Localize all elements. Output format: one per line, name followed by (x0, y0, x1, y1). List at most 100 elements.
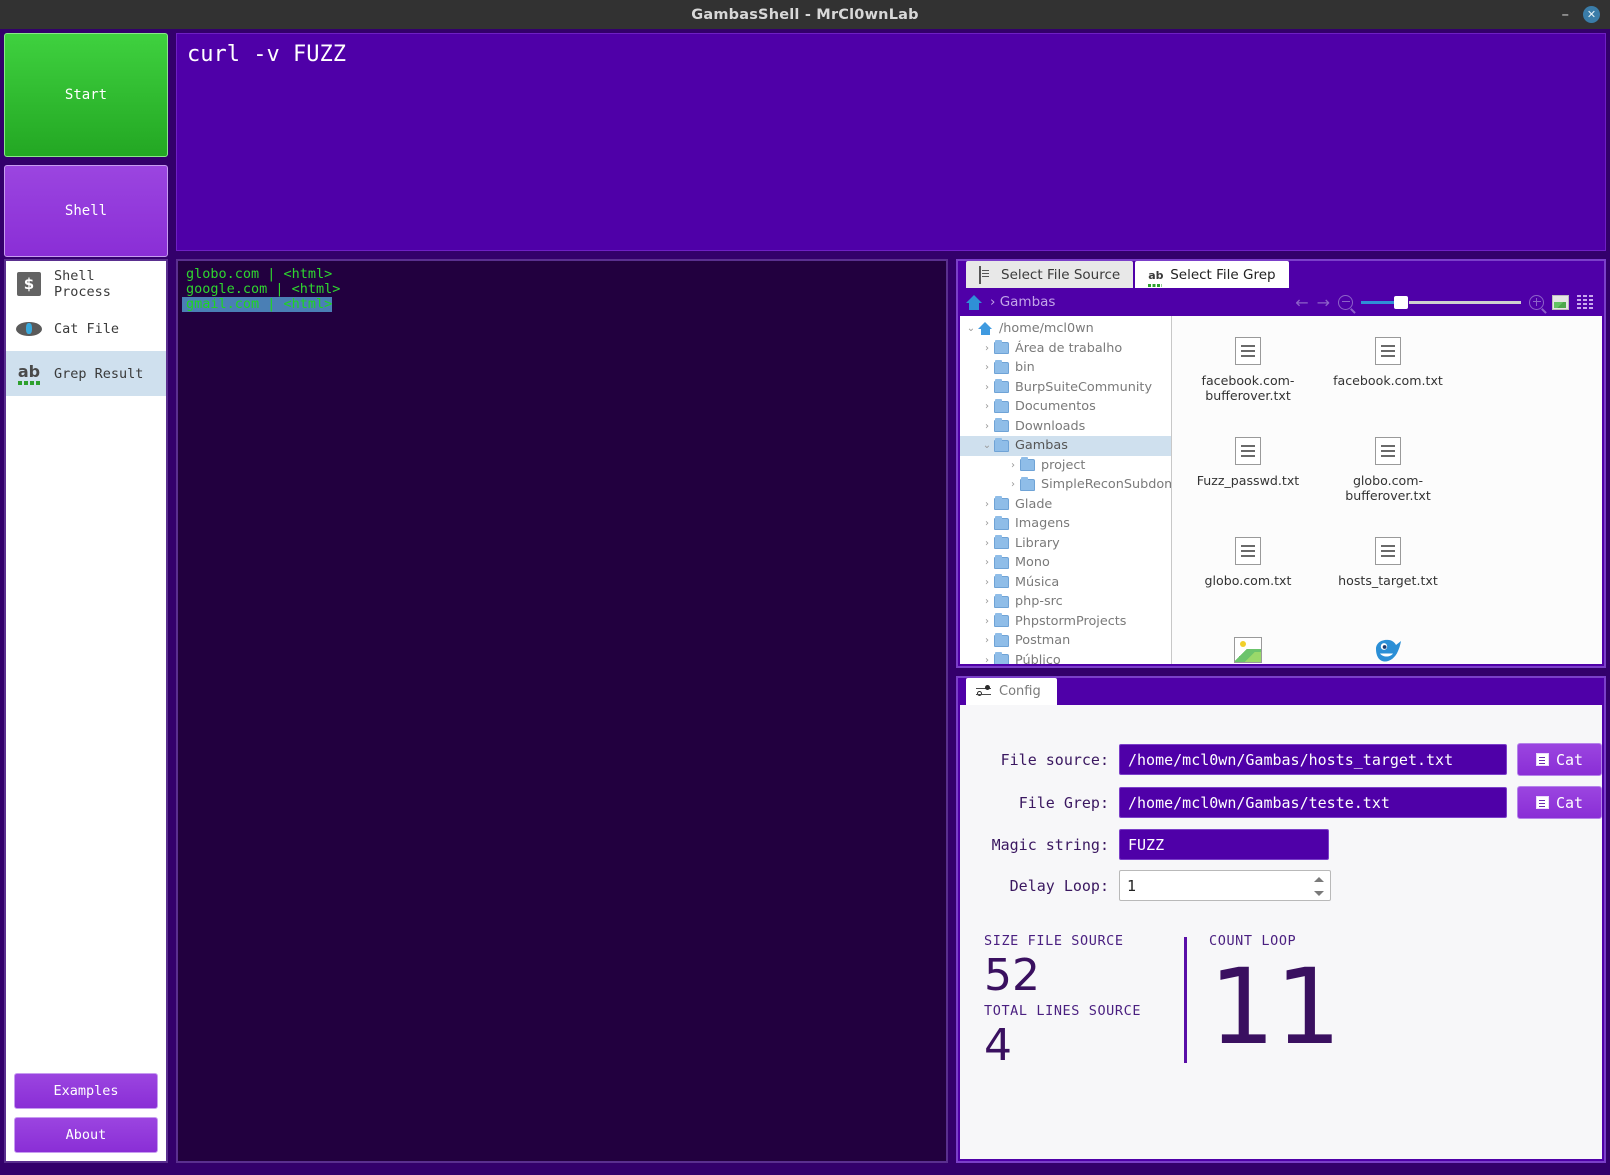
folder-icon (994, 535, 1009, 550)
tree-item[interactable]: › PhpstormProjects (960, 612, 1171, 632)
file-grep-input[interactable]: /home/mcl0wn/Gambas/teste.txt (1119, 787, 1507, 818)
file-item[interactable]: globo.com-bufferover.txt (1318, 428, 1458, 528)
file-item[interactable]: facebook.com-bufferover.txt (1178, 328, 1318, 428)
folder-icon (1020, 476, 1035, 491)
size-file-source-value: 52 (984, 950, 1040, 1001)
twisty-icon[interactable]: ⌄ (964, 323, 978, 334)
twisty-icon[interactable]: › (980, 421, 994, 432)
home-icon[interactable] (966, 294, 982, 310)
minimize-button[interactable]: – (1562, 7, 1570, 22)
tree-item-label: bin (1015, 360, 1035, 376)
icon-view-button[interactable] (1552, 294, 1569, 310)
shell-button[interactable]: Shell (4, 165, 168, 257)
tab-select-file-grep[interactable]: ab Select File Grep (1135, 261, 1289, 288)
sidebar-item-cat-file[interactable]: Cat File (6, 306, 166, 351)
config-body: File source: /home/mcl0wn/Gambas/hosts_t… (960, 705, 1602, 1159)
stepper-up-icon[interactable] (1314, 877, 1324, 883)
cat-file-source-button[interactable]: Cat (1517, 743, 1602, 776)
twisty-icon[interactable]: › (980, 596, 994, 607)
tab-select-file-source[interactable]: Select File Source (966, 261, 1134, 288)
file-item[interactable]: globo.com.txt (1178, 528, 1318, 628)
tree-item[interactable]: › Glade (960, 495, 1171, 515)
twisty-icon[interactable]: › (980, 577, 994, 588)
twisty-icon[interactable]: › (980, 382, 994, 393)
stepper-down-icon[interactable] (1314, 890, 1324, 896)
close-button[interactable]: ✕ (1583, 6, 1600, 23)
tree-item[interactable]: › Imagens (960, 514, 1171, 534)
file-item[interactable]: hosts_target.txt (1318, 528, 1458, 628)
cat-file-grep-button[interactable]: Cat (1517, 786, 1602, 819)
back-arrow-icon[interactable]: ← (1295, 293, 1308, 312)
magic-string-input[interactable]: FUZZ (1119, 829, 1329, 860)
tree-item-label: Documentos (1015, 399, 1096, 415)
output-line: globo.com | <html> (186, 266, 333, 282)
sidebar-bottom-buttons: Examples About (6, 1067, 166, 1161)
file-item[interactable]: facebook.com.txt (1318, 328, 1458, 428)
twisty-icon[interactable]: › (980, 538, 994, 549)
tree-item-label: Imagens (1015, 516, 1070, 532)
folder-icon (994, 398, 1009, 413)
tree-item[interactable]: › SimpleReconSubdomain (960, 475, 1171, 495)
tree-item[interactable]: › project (960, 456, 1171, 476)
config-panel: Config File source: /home/mcl0wn/Gambas/… (956, 676, 1606, 1163)
twisty-icon[interactable]: › (980, 401, 994, 412)
tree-item[interactable]: › php-src (960, 592, 1171, 612)
command-input[interactable]: curl -v FUZZ (176, 33, 1606, 251)
tab-config[interactable]: Config (966, 678, 1057, 705)
tree-item[interactable]: › Mono (960, 553, 1171, 573)
tree-item[interactable]: › bin (960, 358, 1171, 378)
twisty-icon[interactable]: › (980, 557, 994, 568)
grep-result-output[interactable]: globo.com | <html> google.com | <html> g… (176, 259, 948, 1163)
sidebar-item-label: Grep Result (54, 365, 144, 382)
breadcrumb[interactable]: › Gambas (990, 294, 1055, 310)
twisty-icon[interactable]: › (1006, 479, 1020, 490)
tree-item-gambas[interactable]: ⌄ Gambas (960, 436, 1171, 456)
text-file-icon (1235, 437, 1261, 465)
zoom-in-icon[interactable] (1529, 294, 1544, 310)
magic-string-label: Magic string: (991, 835, 1109, 854)
tree-item[interactable]: › Downloads (960, 417, 1171, 437)
sidebar-item-shell-process[interactable]: $ Shell Process (6, 261, 166, 306)
examples-button[interactable]: Examples (14, 1073, 158, 1109)
folder-tree[interactable]: ⌄ /home/mcl0wn › Área de trabalho › bin … (960, 316, 1172, 664)
sidebar-item-grep-result[interactable]: ab Grep Result (6, 351, 166, 396)
tree-item[interactable]: › BurpSuiteCommunity (960, 378, 1171, 398)
twisty-icon[interactable]: › (980, 518, 994, 529)
file-item[interactable]: Fuzz_passwd.txt (1178, 428, 1318, 528)
folder-icon (994, 613, 1009, 628)
source-stats: SIZE FILE SOURCE 52 TOTAL LINES SOURCE 4 (984, 933, 1184, 1073)
text-file-icon (1375, 337, 1401, 365)
app-window: Start Shell Stop Clear All curl -v FUZZ … (0, 29, 1610, 1175)
start-button[interactable]: Start (4, 33, 168, 157)
forward-arrow-icon[interactable]: → (1317, 293, 1330, 312)
file-item[interactable]: logo.png (1178, 628, 1318, 664)
tree-item[interactable]: › Postman (960, 631, 1171, 651)
twisty-icon[interactable]: ⌄ (980, 440, 994, 451)
tree-item[interactable]: › Público (960, 651, 1171, 664)
tree-item[interactable]: › Documentos (960, 397, 1171, 417)
twisty-icon[interactable]: › (980, 499, 994, 510)
zoom-out-icon[interactable] (1338, 294, 1353, 310)
file-source-input[interactable]: /home/mcl0wn/Gambas/hosts_target.txt (1119, 744, 1507, 775)
folder-icon (994, 574, 1009, 589)
tree-item-home[interactable]: ⌄ /home/mcl0wn (960, 319, 1171, 339)
sidebar-item-label: Cat File (54, 320, 120, 337)
tree-item[interactable]: › Área de trabalho (960, 339, 1171, 359)
twisty-icon[interactable]: › (980, 655, 994, 664)
delay-loop-stepper[interactable]: 1 (1119, 870, 1331, 901)
twisty-icon[interactable]: › (980, 343, 994, 354)
twisty-icon[interactable]: › (980, 616, 994, 627)
ab-spellcheck-icon: ab (1148, 267, 1163, 282)
tree-item[interactable]: › Música (960, 573, 1171, 593)
control-button-column: Start Shell Stop Clear All (4, 33, 168, 283)
tree-item[interactable]: › Library (960, 534, 1171, 554)
about-button[interactable]: About (14, 1117, 158, 1153)
stepper-arrows[interactable] (1313, 873, 1325, 900)
twisty-icon[interactable]: › (980, 635, 994, 646)
stats-section: SIZE FILE SOURCE 52 TOTAL LINES SOURCE 4… (984, 933, 1602, 1073)
twisty-icon[interactable]: › (980, 362, 994, 373)
file-item[interactable]: Shell.gambas (1318, 628, 1458, 664)
zoom-slider[interactable] (1361, 295, 1521, 309)
twisty-icon[interactable]: › (1006, 460, 1020, 471)
detail-view-button[interactable] (1577, 294, 1594, 310)
